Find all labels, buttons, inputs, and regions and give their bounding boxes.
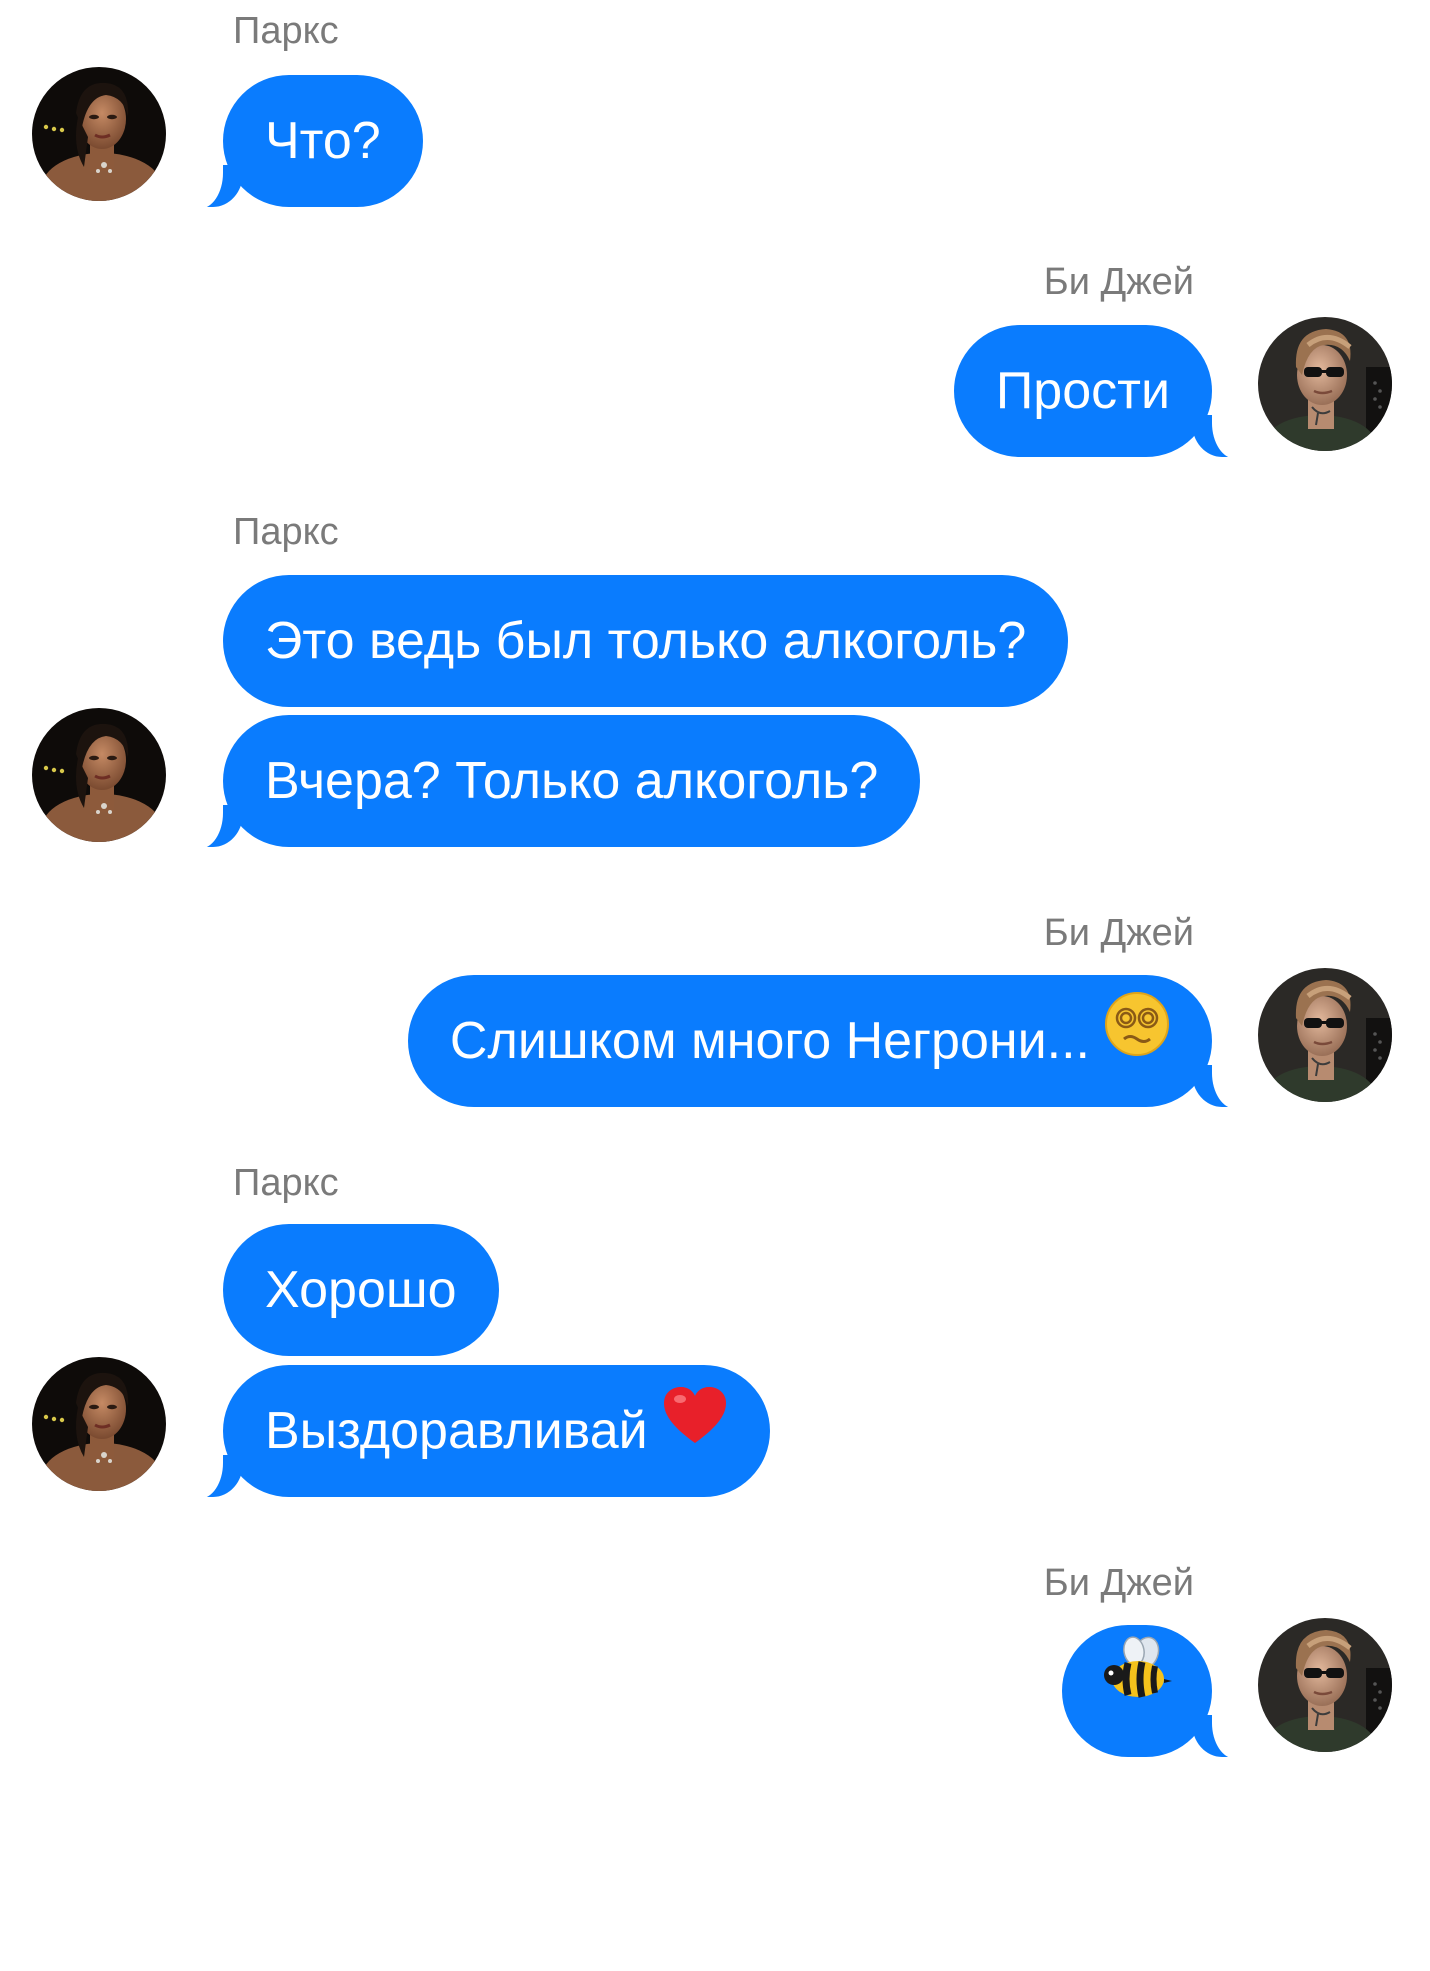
man-with-sunglasses-avatar-icon bbox=[1258, 317, 1392, 451]
message-bubble[interactable]: Это ведь был только алкоголь? bbox=[223, 575, 1069, 707]
parks-avatar[interactable] bbox=[32, 1357, 166, 1491]
message-text: Прости bbox=[995, 362, 1170, 420]
dizzy-face-emoji-icon bbox=[1104, 974, 1170, 1106]
bj-avatar[interactable] bbox=[1258, 1618, 1392, 1752]
parks-avatar[interactable] bbox=[32, 708, 166, 842]
bj-avatar[interactable] bbox=[1258, 317, 1392, 451]
message-text: Что? bbox=[265, 112, 381, 170]
message-text: Хорошо bbox=[265, 1261, 457, 1319]
message-bubble[interactable]: Вчера? Только алкоголь? bbox=[180, 715, 921, 849]
message-bubble[interactable]: Прости bbox=[953, 325, 1255, 459]
message-bubble[interactable]: Хорошо bbox=[223, 1224, 499, 1356]
sender-name-bj: Би Джей bbox=[1043, 261, 1194, 303]
sender-name-bj: Би Джей bbox=[1043, 912, 1194, 954]
woman-avatar-icon bbox=[32, 1357, 166, 1491]
message-text: Вчера? Только алкоголь? bbox=[265, 752, 879, 810]
man-with-sunglasses-avatar-icon bbox=[1258, 1618, 1392, 1752]
man-with-sunglasses-avatar-icon bbox=[1258, 968, 1392, 1102]
bj-avatar[interactable] bbox=[1258, 968, 1392, 1102]
message-text: Выздоравливай bbox=[265, 1402, 648, 1460]
woman-avatar-icon bbox=[32, 708, 166, 842]
sender-name-parks: Паркс bbox=[233, 1162, 339, 1204]
message-bubble[interactable]: Выздоравливай bbox=[181, 1364, 770, 1499]
bee-emoji-icon bbox=[1100, 1624, 1174, 1756]
parks-avatar[interactable] bbox=[32, 67, 166, 201]
message-bubble[interactable] bbox=[1062, 1624, 1254, 1759]
message-bubble[interactable]: Слишком много Негрони... bbox=[407, 974, 1255, 1109]
sender-name-parks: Паркс bbox=[233, 511, 339, 553]
sender-name-bj: Би Джей bbox=[1043, 1562, 1194, 1604]
message-bubble[interactable]: Что? bbox=[181, 75, 423, 209]
sender-name-parks: Паркс bbox=[233, 10, 339, 52]
red-heart-emoji-icon bbox=[662, 1364, 728, 1496]
message-text: Слишком много Негрони... bbox=[449, 1012, 1090, 1070]
message-text: Это ведь был только алкоголь? bbox=[265, 612, 1027, 670]
woman-avatar-icon bbox=[32, 67, 166, 201]
